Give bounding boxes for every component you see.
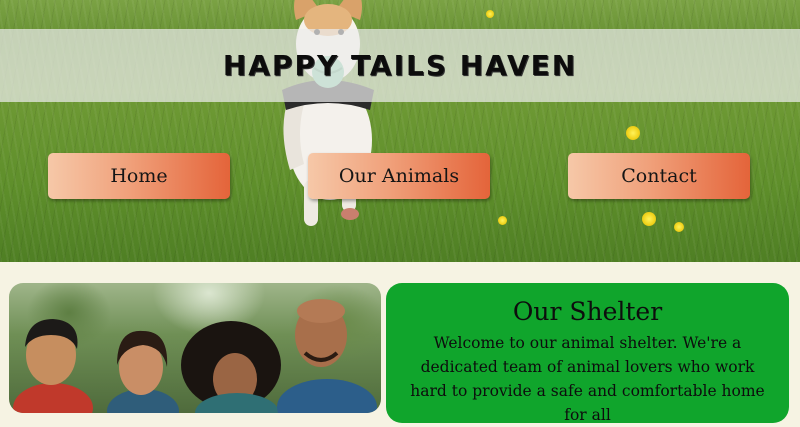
hero-section: HAPPY TAILS HAVEN Home Our Animals Conta… <box>0 0 800 262</box>
team-photo <box>9 283 381 413</box>
dandelion-flower <box>642 212 656 226</box>
team-photo-people <box>13 299 377 413</box>
title-banner: HAPPY TAILS HAVEN <box>0 29 800 102</box>
dandelion-flower <box>498 216 507 225</box>
site-title: HAPPY TAILS HAVEN <box>222 49 578 82</box>
dandelion-flower <box>626 126 640 140</box>
nav-home-button[interactable]: Home <box>48 153 230 199</box>
shelter-heading: Our Shelter <box>512 297 663 326</box>
nav-our-animals-button[interactable]: Our Animals <box>308 153 490 199</box>
nav-contact-button[interactable]: Contact <box>568 153 750 199</box>
our-shelter-card: Our Shelter Welcome to our animal shelte… <box>386 283 789 424</box>
shelter-description: Welcome to our animal shelter. We're a d… <box>410 334 765 424</box>
dandelion-flower <box>674 222 684 232</box>
dandelion-flower <box>486 10 494 18</box>
